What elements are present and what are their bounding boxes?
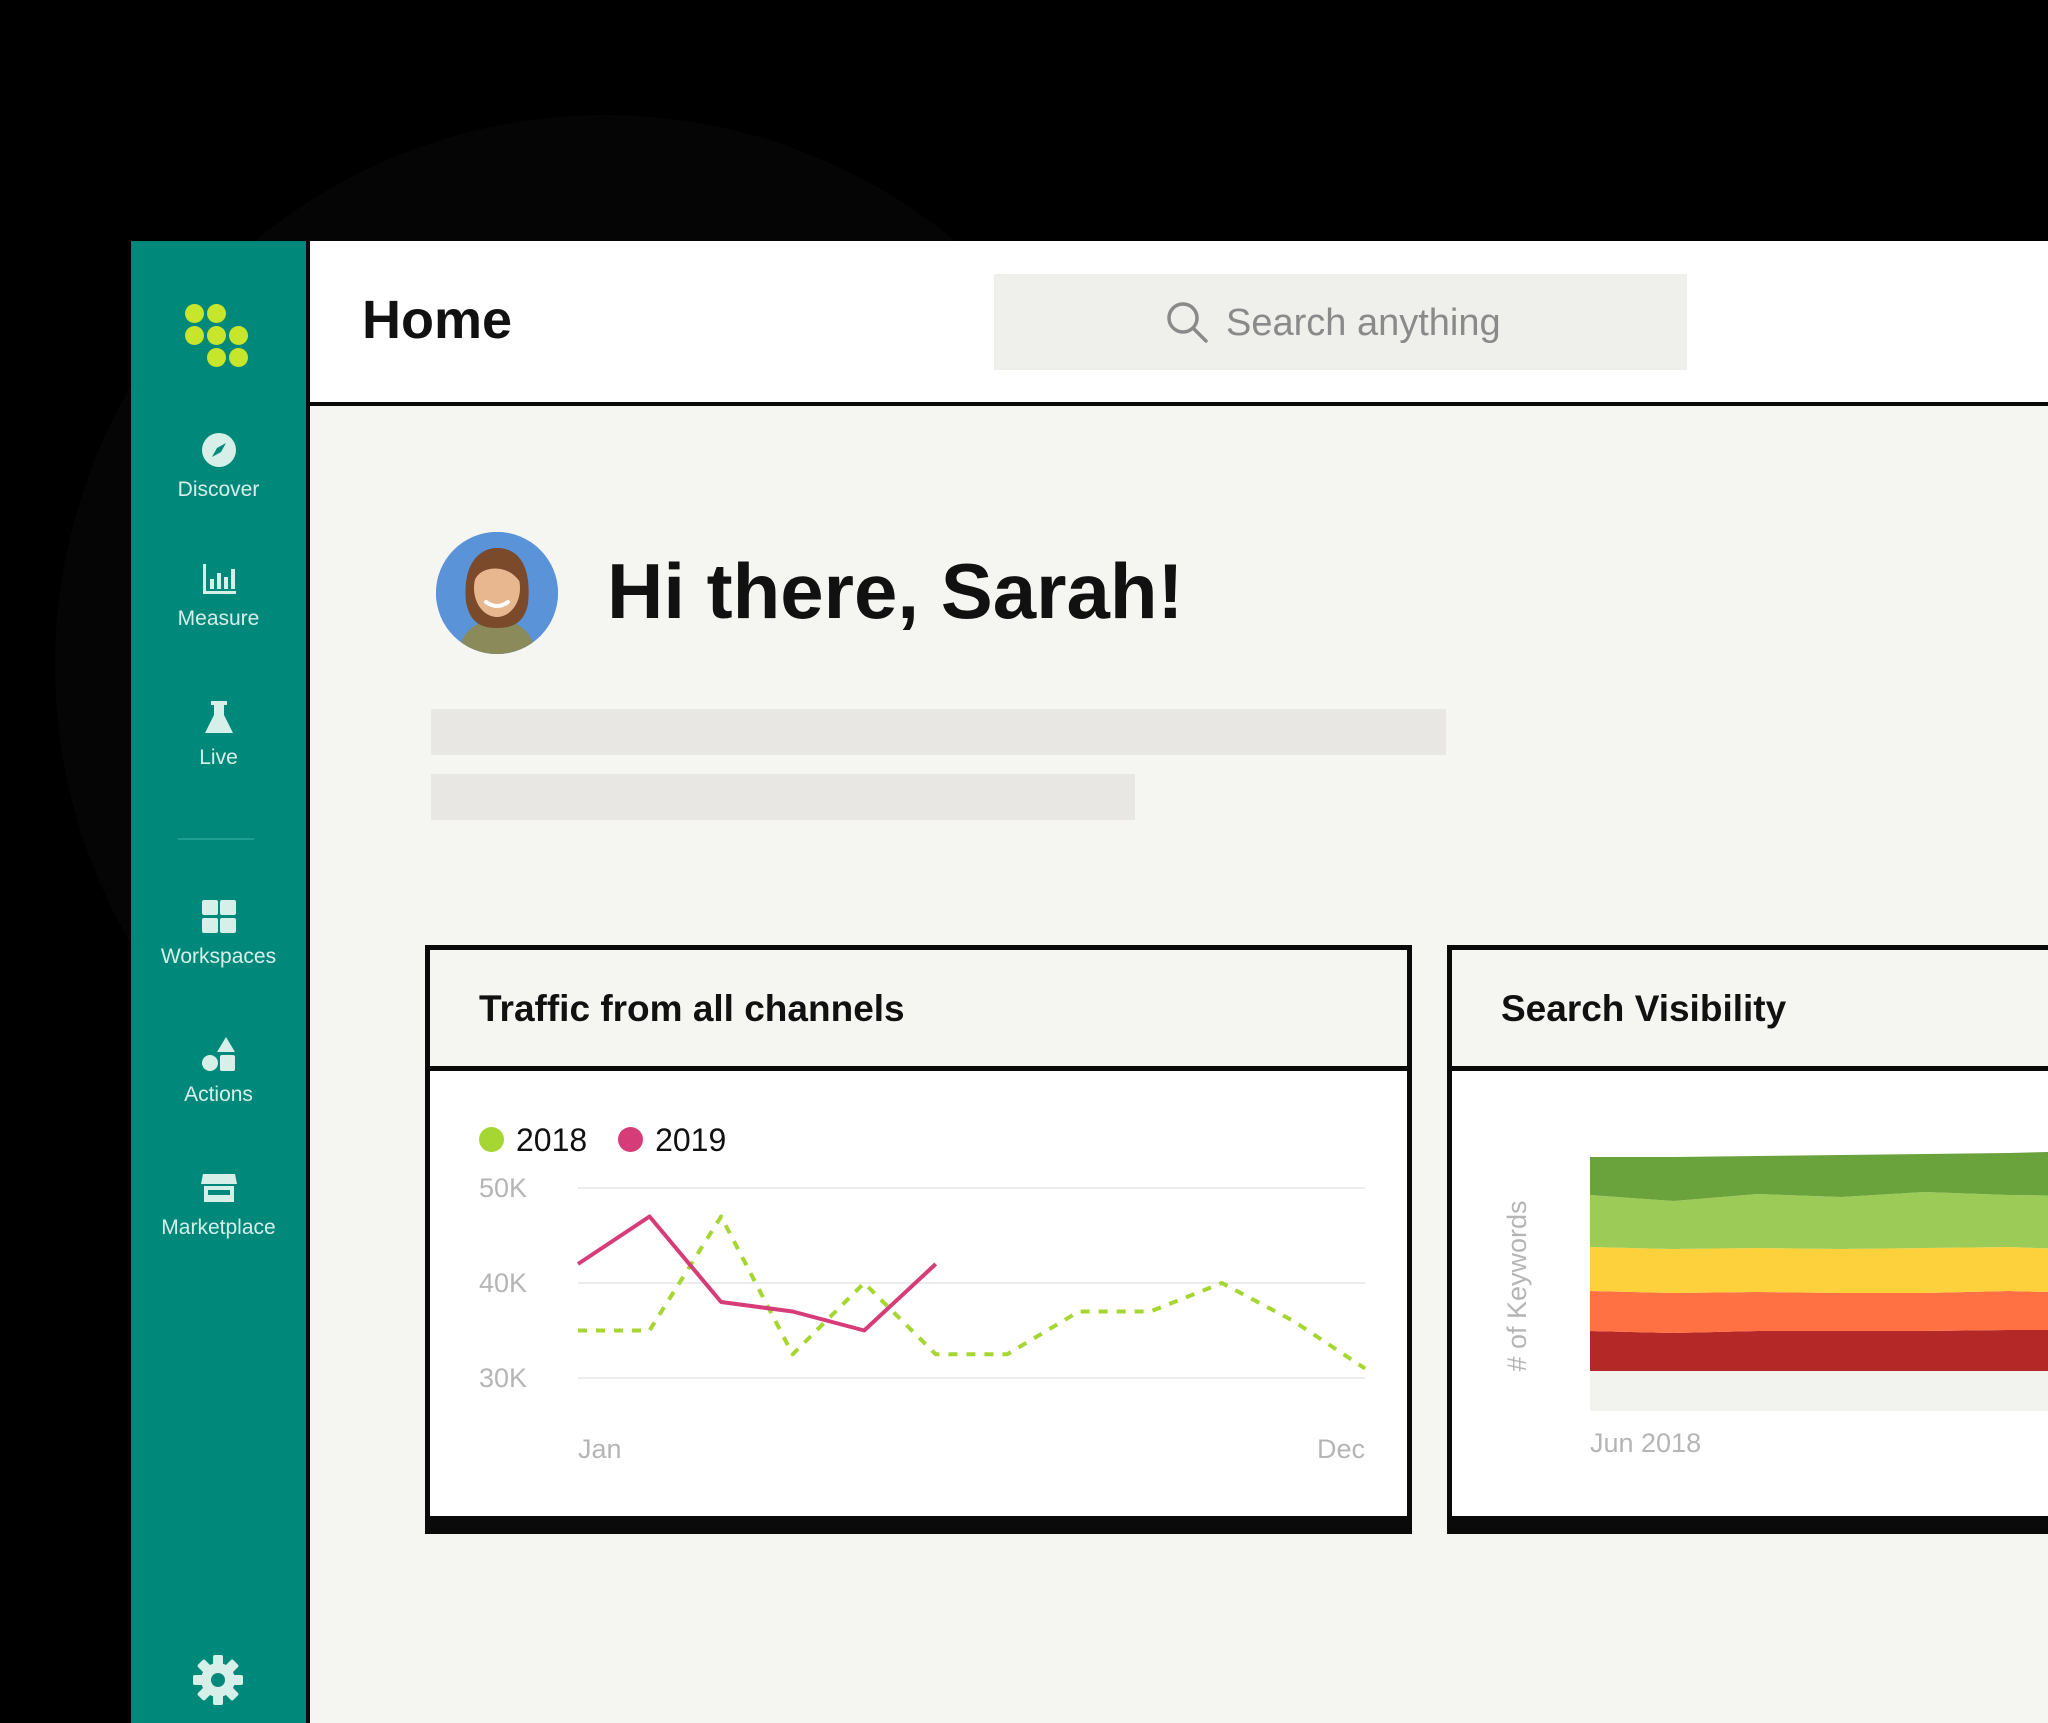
x-tick-label: Jun 2018: [1590, 1428, 1701, 1458]
visibility-chart-svg: # of Keywords Jun 2018: [1502, 1152, 2048, 1458]
sidebar-item-measure[interactable]: Measure: [131, 559, 306, 631]
skeleton-line: [431, 774, 1135, 820]
grid-icon: [199, 897, 239, 937]
page-title: Home: [362, 290, 513, 350]
sidebar-item-live[interactable]: Live: [131, 698, 306, 770]
avatar[interactable]: [436, 532, 558, 654]
sidebar-item-label: Discover: [177, 478, 260, 501]
search-visibility-card[interactable]: Search Visibility # of Keywords Jun 2018: [1447, 945, 2048, 1534]
sidebar: Discover Measure Live Workspaces Actions…: [131, 241, 310, 1723]
search-input[interactable]: [1224, 298, 1648, 348]
card-title: Traffic from all channels: [479, 988, 905, 1029]
store-icon: [199, 1168, 239, 1208]
sidebar-item-discover[interactable]: Discover: [131, 430, 306, 502]
sidebar-item-label: Marketplace: [161, 1216, 276, 1239]
series-line-2018: [578, 1214, 1367, 1371]
area-baseline: [1590, 1371, 2048, 1411]
card-title: Search Visibility: [1501, 988, 1787, 1029]
area-layer: [1590, 1247, 2048, 1293]
sidebar-item-label: Live: [199, 746, 238, 769]
shapes-icon: [199, 1035, 239, 1075]
area-layer: [1590, 1291, 2048, 1333]
card-header: Traffic from all channels: [430, 950, 1407, 1071]
x-tick-label: Dec: [1317, 1434, 1365, 1464]
y-tick-label: 40K: [479, 1268, 527, 1298]
sidebar-divider: [178, 838, 254, 840]
dots-logo-icon[interactable]: [183, 302, 253, 368]
sidebar-item-workspaces[interactable]: Workspaces: [131, 897, 306, 969]
gear-icon[interactable]: [191, 1653, 245, 1707]
y-tick-label: 50K: [479, 1173, 527, 1203]
search-bar[interactable]: [994, 274, 1687, 370]
area-layer: [1590, 1192, 2048, 1249]
greeting-heading: Hi there, Sarah!: [607, 547, 1184, 635]
flask-icon: [199, 698, 239, 738]
card-header: Search Visibility: [1452, 950, 2048, 1071]
x-tick-label: Jan: [578, 1434, 622, 1464]
area-layer: [1590, 1330, 2048, 1371]
y-tick-label: 30K: [479, 1363, 527, 1393]
traffic-card[interactable]: Traffic from all channels 2018 2019 50K 4…: [425, 945, 1412, 1534]
bar-chart-icon: [199, 559, 239, 599]
sidebar-item-label: Workspaces: [160, 945, 277, 968]
area-layer: [1590, 1152, 2048, 1201]
app-window: Discover Measure Live Workspaces Actions…: [131, 241, 2048, 1723]
y-axis-label: # of Keywords: [1502, 1200, 1532, 1371]
sidebar-item-label: Measure: [177, 607, 260, 630]
series-line-2019: [576, 1214, 938, 1333]
compass-icon: [199, 430, 239, 470]
header: Home: [310, 241, 2048, 406]
search-icon: [1164, 299, 1210, 345]
sidebar-item-actions[interactable]: Actions: [131, 1035, 306, 1107]
sidebar-item-label: Actions: [184, 1083, 253, 1106]
skeleton-line: [431, 709, 1446, 755]
traffic-chart-svg: 50K 40K 30K Jan Dec: [479, 1173, 1367, 1464]
sidebar-item-marketplace[interactable]: Marketplace: [131, 1168, 306, 1240]
